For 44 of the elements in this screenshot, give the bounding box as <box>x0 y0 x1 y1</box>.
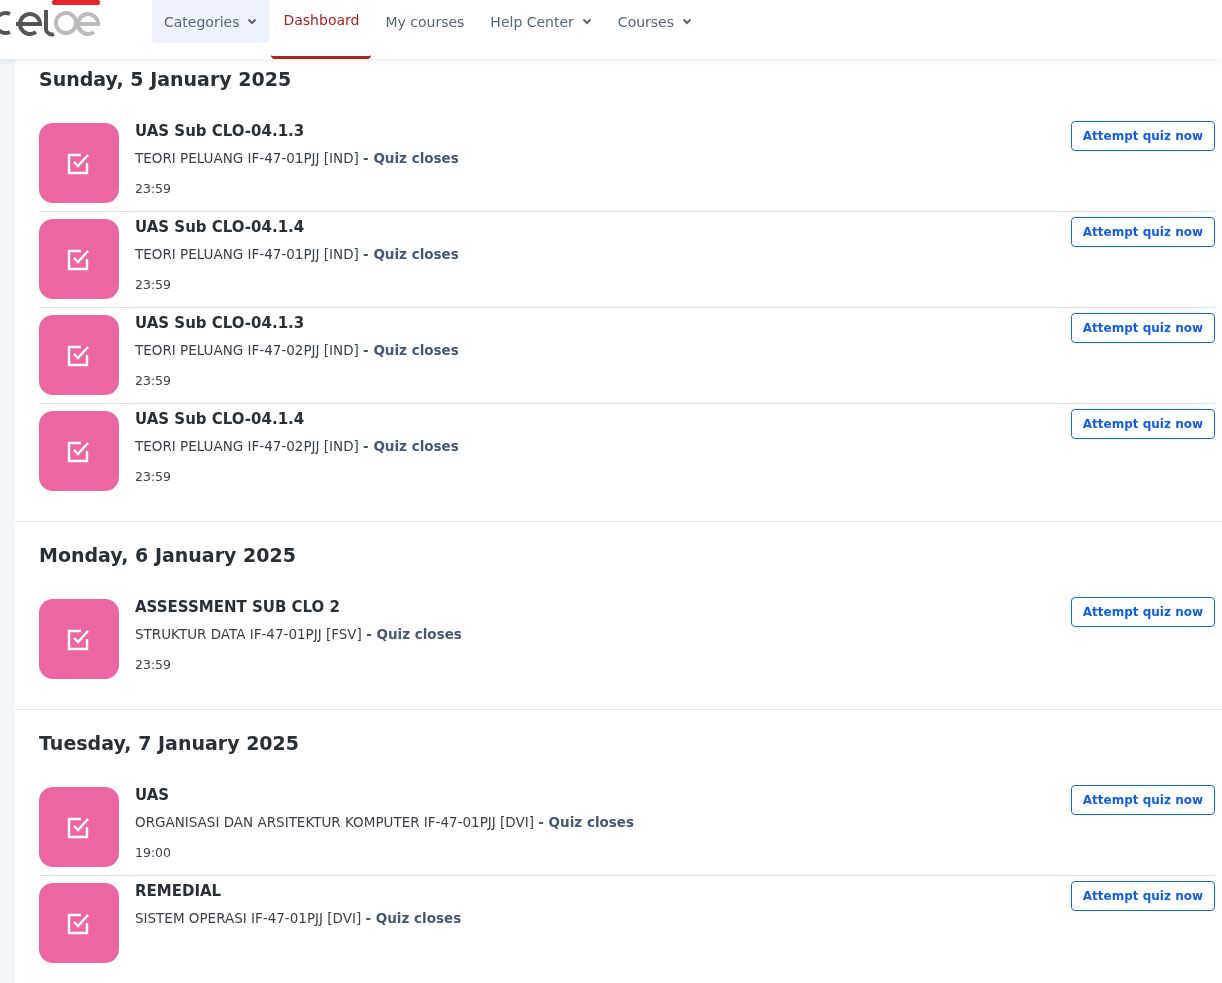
event-course: TEORI PELUANG IF-47-01PJJ [IND] - Quiz closes <box>135 149 460 167</box>
chevron-down-icon <box>682 18 693 25</box>
attempt-quiz-button[interactable]: Attempt quiz now <box>1070 313 1215 343</box>
quiz-icon <box>39 315 119 395</box>
attempt-quiz-button[interactable]: Attempt quiz now <box>1070 881 1215 911</box>
quiz-icon <box>39 787 119 867</box>
quiz-icon <box>39 599 119 679</box>
event-title: ASSESSMENT SUB CLO 2 <box>135 597 341 617</box>
event-title: UAS <box>135 785 171 805</box>
attempt-quiz-button[interactable]: Attempt quiz now <box>1070 597 1215 627</box>
chevron-down-icon <box>247 18 258 25</box>
event-title: UAS Sub CLO-04.1.4 <box>135 409 306 429</box>
event-course: ORGANISASI DAN ARSITEKTUR KOMPUTER IF-47-01PJJ [DVI] - Quiz closes <box>135 813 636 831</box>
event-title: UAS Sub CLO-04.1.3 <box>135 313 306 333</box>
event-time: 23:59 <box>135 277 173 292</box>
quiz-icon <box>39 883 119 963</box>
event-time: 23:59 <box>135 373 173 388</box>
attempt-quiz-button[interactable]: Attempt quiz now <box>1070 217 1215 247</box>
attempt-quiz-button[interactable]: Attempt quiz now <box>1070 121 1215 151</box>
nav-link[interactable]: Help Center <box>478 0 604 43</box>
attempt-quiz-button[interactable]: Attempt quiz now <box>1070 409 1215 439</box>
event-time: 23:59 <box>135 181 173 196</box>
attempt-quiz-button[interactable]: Attempt quiz now <box>1070 785 1215 815</box>
event-time: 19:00 <box>135 845 173 860</box>
event-title: REMEDIAL <box>135 881 223 901</box>
date-heading: Tuesday, 7 January 2025 <box>39 731 301 756</box>
chevron-down-icon <box>581 18 592 25</box>
event-time: 23:59 <box>135 469 173 484</box>
quiz-icon <box>39 123 119 203</box>
nav-link[interactable]: Courses <box>605 0 705 43</box>
date-heading: Sunday, 5 January 2025 <box>39 67 293 92</box>
quiz-icon <box>39 219 119 299</box>
event-course: SISTEM OPERASI IF-47-01PJJ [DVI] - Quiz closes <box>135 909 463 927</box>
date-heading: Monday, 6 January 2025 <box>39 543 297 568</box>
quiz-icon <box>39 411 119 491</box>
event-course: STRUKTUR DATA IF-47-01PJJ [FSV] - Quiz closes <box>135 625 463 643</box>
event-course: TEORI PELUANG IF-47-02PJJ [IND] - Quiz closes <box>135 437 460 455</box>
event-time: 23:59 <box>135 657 173 672</box>
event-title: UAS Sub CLO-04.1.4 <box>135 217 306 237</box>
event-course: TEORI PELUANG IF-47-02PJJ [IND] - Quiz closes <box>135 341 460 359</box>
nav-link[interactable]: My courses <box>373 0 477 43</box>
nav-link[interactable]: Categories <box>152 0 270 43</box>
event-title: UAS Sub CLO-04.1.3 <box>135 121 306 141</box>
event-course: TEORI PELUANG IF-47-01PJJ [IND] - Quiz closes <box>135 245 460 263</box>
